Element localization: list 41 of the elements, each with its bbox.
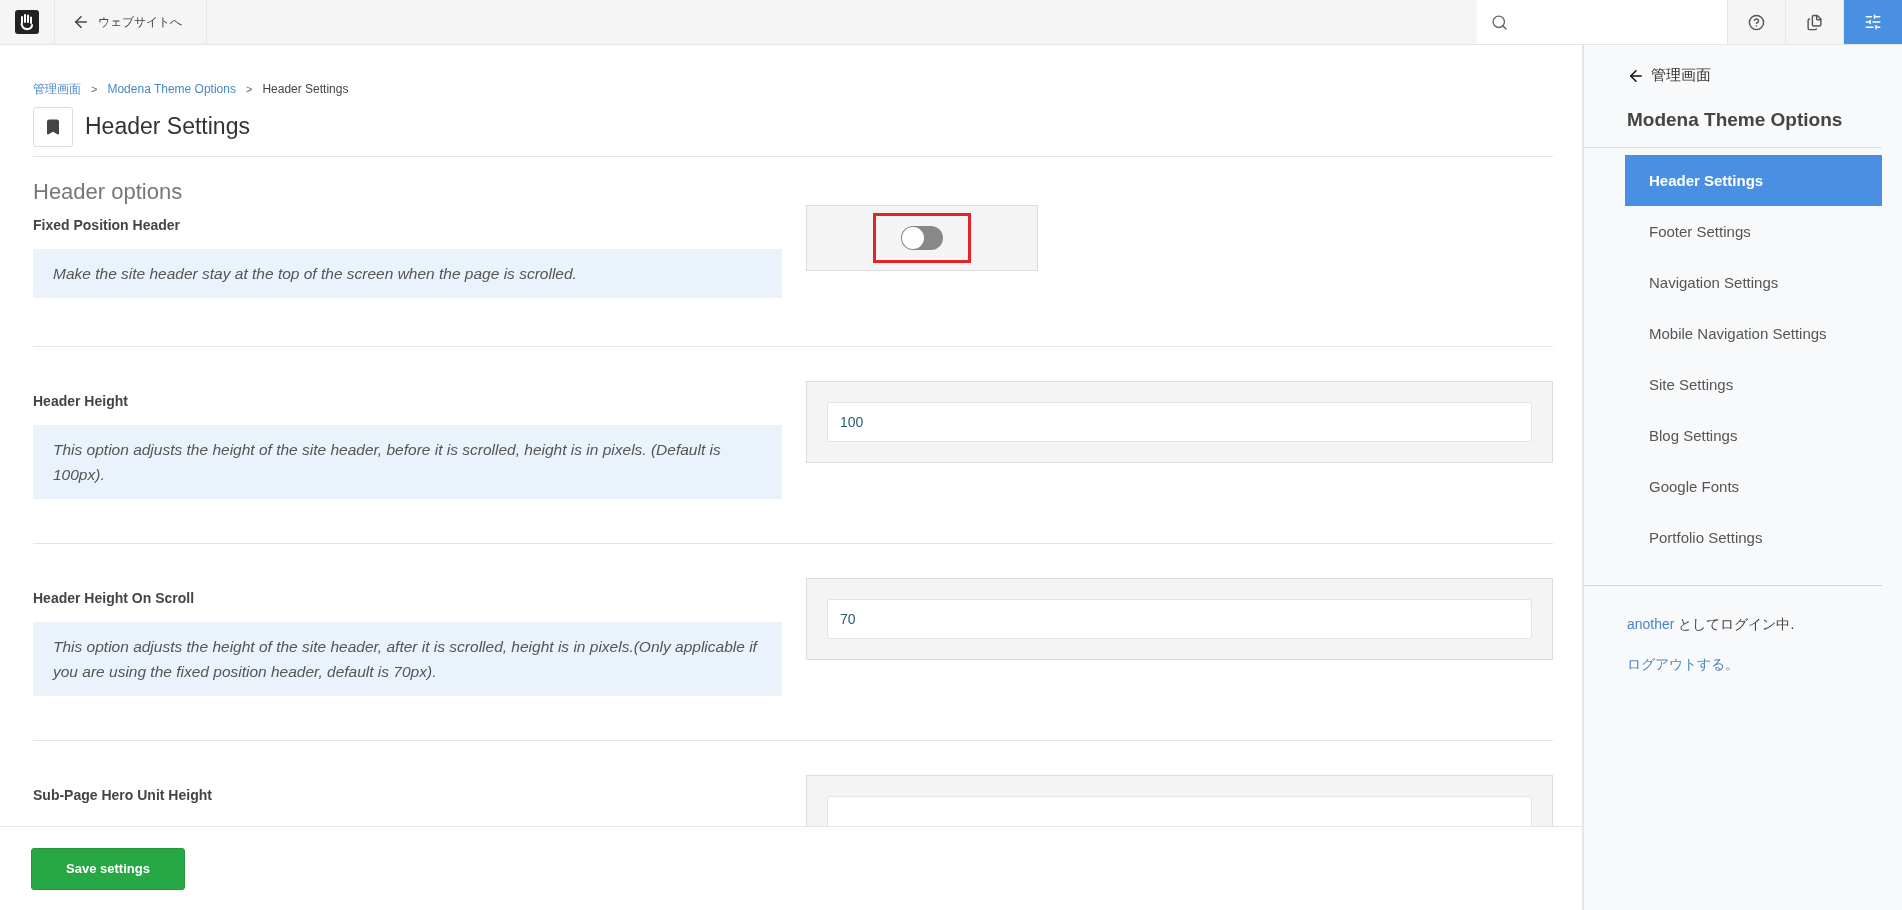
breadcrumb-link[interactable]: Modena Theme Options [107,82,236,96]
page-title: Header Settings [85,113,250,140]
field-label: Fixed Position Header [33,217,182,233]
sliders-icon [1864,13,1882,31]
field-description: This option adjusts the height of the site header, after it is scrolled, height is in pixels.(Only applicable if you are using the fixed position header, default is 70px). [33,622,782,696]
toolbar-button[interactable] [1843,0,1902,44]
section-heading: Header options [33,179,184,205]
help-icon [1748,13,1765,31]
admin-back-link[interactable]: 管理画面 [1627,66,1882,85]
breadcrumb-separator: > [245,83,253,95]
admin-back-label: 管理画面 [1651,66,1711,85]
back-to-website-link[interactable]: ウェブサイトへ [55,0,207,44]
input-field[interactable]: 100 [827,402,1532,442]
bookmark-icon [44,117,62,136]
input-field[interactable]: 70 [827,599,1532,639]
sidebar-item[interactable]: Mobile Navigation Settings [1625,308,1882,359]
back-link-label: ウェブサイトへ [98,13,182,31]
breadcrumb-separator: > [91,83,98,95]
hand-logo-icon[interactable] [15,10,39,34]
sidebar-title: Modena Theme Options [1584,85,1882,148]
username-link[interactable]: another [1627,616,1675,634]
field-label: Header Height [33,393,129,409]
sidebar-item[interactable]: Footer Settings [1625,206,1882,257]
sidebar-item[interactable]: Navigation Settings [1625,257,1882,308]
logout-link[interactable]: ログアウトする。 [1627,656,1882,674]
field-description: This option adjusts the height of the site header, before it is scrolled, height is in pixels. (Default is 100px). [33,425,782,499]
input-field[interactable] [827,796,1532,826]
field-label: Sub-Page Hero Unit Height [33,787,213,803]
login-status-text: としてログイン中. [1678,616,1795,634]
search-field[interactable] [1477,0,1727,44]
field-label: Header Height On Scroll [33,590,196,606]
sidebar-item[interactable]: Site Settings [1625,359,1882,410]
sidebar-item[interactable]: Portfolio Settings [1625,512,1882,563]
sidebar-item[interactable]: Google Fonts [1625,461,1882,512]
breadcrumb-link[interactable]: 管理画面 [33,80,81,98]
documents-icon [1806,13,1823,31]
toggle-switch[interactable] [901,226,943,250]
field-description: Make the site header stay at the top of the screen when the page is scrolled. [33,249,782,298]
search-icon [1491,13,1508,31]
breadcrumb-link[interactable]: Header Settings [262,82,349,96]
sidebar-item[interactable]: Blog Settings [1625,410,1882,461]
